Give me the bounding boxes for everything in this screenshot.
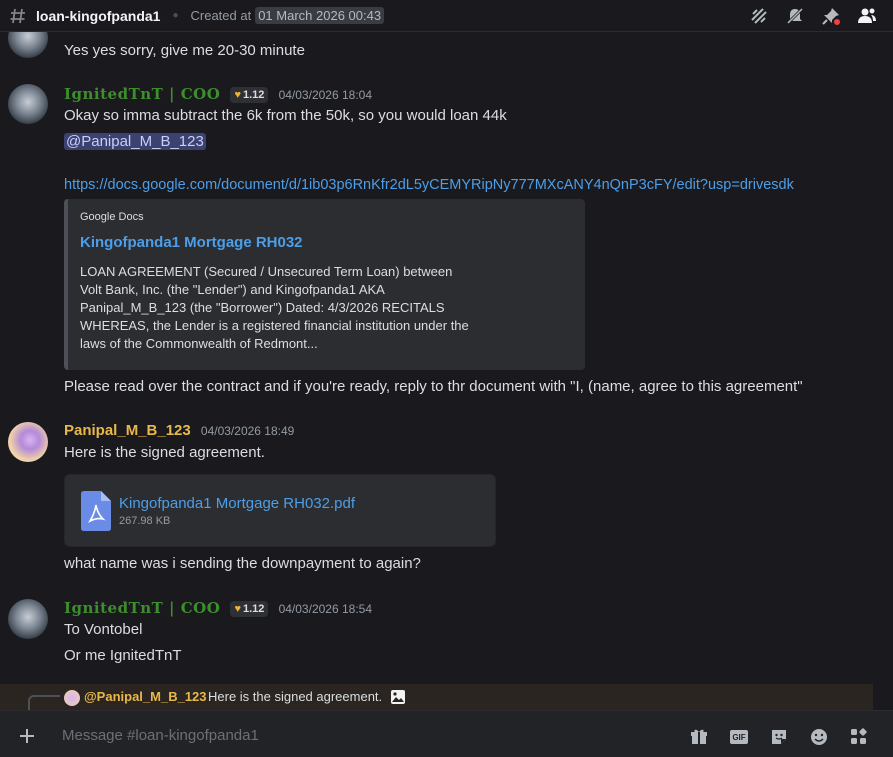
document-link[interactable]: https://docs.google.com/document/d/1ib03… <box>64 177 794 193</box>
message-text: Please read over the contract and if you… <box>64 378 803 395</box>
status-badge: ♥ 1.12 <box>230 601 269 617</box>
message-header: IgnitedTnT | COO ♥ 1.12 04/03/2026 18:04 <box>64 85 372 103</box>
message-text: Or me IgnitedTnT <box>64 647 182 664</box>
message-text: Okay so imma subtract the 6k from the 50… <box>64 107 507 124</box>
pin-icon[interactable] <box>821 6 841 26</box>
created-date: 01 March 2026 00:43 <box>255 7 385 24</box>
user-mention[interactable]: @Panipal_M_B_123 <box>64 133 206 150</box>
emoji-icon[interactable] <box>809 727 829 747</box>
username[interactable]: Panipal_M_B_123 <box>64 422 191 439</box>
created-label: Created at <box>190 8 252 23</box>
file-name-link[interactable]: Kingofpanda1 Mortgage RH032.pdf <box>119 495 355 512</box>
image-icon <box>391 690 405 704</box>
status-badge: ♥ 1.12 <box>230 87 269 103</box>
message-header: Panipal_M_B_123 04/03/2026 18:49 <box>64 422 294 439</box>
separator-dot: ● <box>172 10 179 21</box>
message-mention-line: @Panipal_M_B_123 <box>64 133 206 150</box>
threads-icon[interactable] <box>749 6 769 26</box>
file-size: 267.98 KB <box>119 515 171 527</box>
message-text: Here is the signed agreement. <box>64 444 265 461</box>
avatar[interactable] <box>8 84 48 124</box>
timestamp: 04/03/2026 18:49 <box>200 424 295 438</box>
gif-icon[interactable]: GIF <box>729 727 749 747</box>
pdf-file-icon <box>81 491 111 531</box>
embed-provider: Google Docs <box>80 211 144 223</box>
timestamp: 04/03/2026 18:04 <box>278 88 372 102</box>
text-channel-icon <box>8 6 30 26</box>
heart-icon: ♥ <box>234 603 241 615</box>
message-input[interactable] <box>62 721 662 749</box>
message-header: IgnitedTnT | COO ♥ 1.12 04/03/2026 18:54 <box>64 599 372 617</box>
heart-icon: ♥ <box>234 89 241 101</box>
message-text: Yes yes sorry, give me 20-30 minute <box>64 42 305 59</box>
avatar[interactable] <box>8 422 48 462</box>
username[interactable]: IgnitedTnT | COO <box>64 599 220 617</box>
embed-description: LOAN AGREEMENT (Secured / Unsecured Term… <box>80 264 469 351</box>
apps-icon[interactable] <box>849 727 869 747</box>
link-embed: Google Docs Kingofpanda1 Mortgage RH032 … <box>64 199 585 370</box>
timestamp: 04/03/2026 18:54 <box>278 602 372 616</box>
file-attachment[interactable]: Kingofpanda1 Mortgage RH032.pdf 267.98 K… <box>64 474 496 547</box>
avatar[interactable] <box>8 599 48 639</box>
message-composer: GIF <box>0 710 893 757</box>
reply-mention[interactable]: @Panipal_M_B_123 <box>84 689 207 704</box>
avatar[interactable] <box>8 32 48 58</box>
gift-icon[interactable] <box>689 727 709 747</box>
reply-text: Here is the signed agreement. <box>208 689 383 704</box>
sticker-icon[interactable] <box>769 727 789 747</box>
username[interactable]: IgnitedTnT | COO <box>64 85 220 103</box>
members-icon[interactable] <box>857 6 877 26</box>
message-list[interactable]: Yes yes sorry, give me 20-30 minute Igni… <box>0 32 893 684</box>
embed-title[interactable]: Kingofpanda1 Mortgage RH032 <box>80 234 303 251</box>
channel-name: loan-kingofpanda1 <box>36 7 161 24</box>
reply-preview[interactable]: @Panipal_M_B_123 Here is the signed agre… <box>0 684 873 713</box>
channel-header: loan-kingofpanda1 ● Created at 01 March … <box>0 0 893 32</box>
mute-icon[interactable] <box>785 6 805 26</box>
reply-avatar <box>64 690 80 706</box>
plus-icon[interactable] <box>16 725 38 747</box>
message-text: what name was i sending the downpayment … <box>64 555 421 572</box>
message-text: To Vontobel <box>64 621 143 638</box>
